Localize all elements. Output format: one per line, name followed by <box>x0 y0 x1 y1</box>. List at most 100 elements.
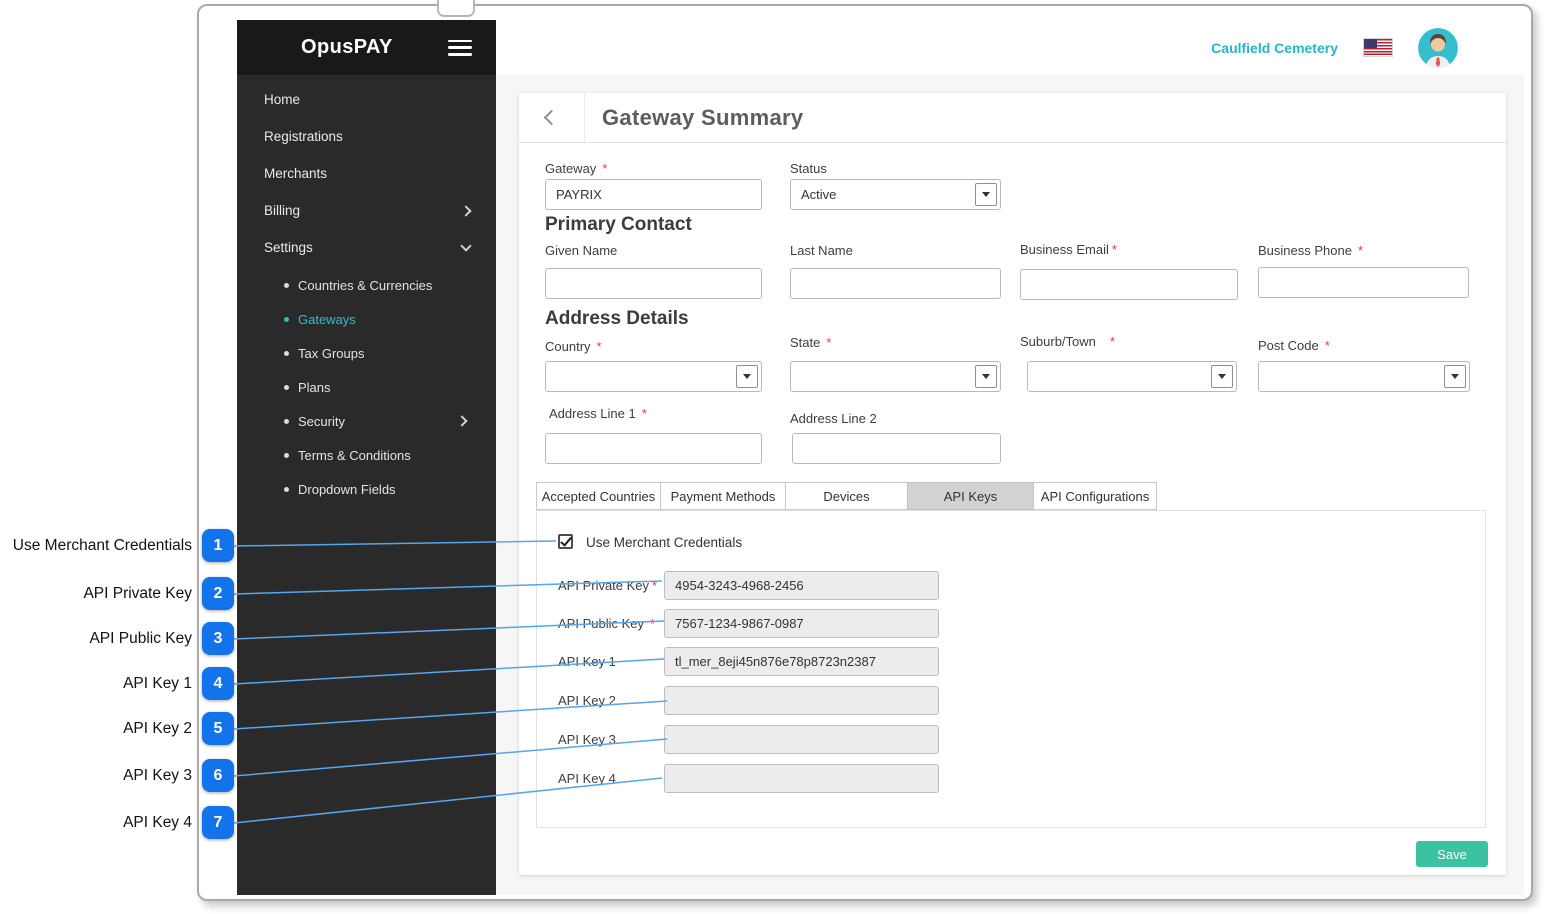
card-header: Gateway Summary <box>519 93 1506 143</box>
given-name-label: Given Name <box>545 243 617 258</box>
tab-devices[interactable]: Devices <box>785 482 908 510</box>
dropdown-caret-icon <box>736 365 758 388</box>
sidebar-item-dropdown-fields[interactable]: Dropdown Fields <box>237 472 496 506</box>
business-phone-input[interactable] <box>1258 267 1469 298</box>
sidebar-item-merchants[interactable]: Merchants <box>237 155 496 192</box>
required-asterisk: * <box>1358 243 1363 258</box>
sidebar-item-security[interactable]: Security <box>237 404 496 438</box>
address-line1-input[interactable] <box>545 433 762 464</box>
tab-payment-methods[interactable]: Payment Methods <box>660 482 786 510</box>
sidebar-item-label: Gateways <box>298 312 356 327</box>
sidebar-item-plans[interactable]: Plans <box>237 370 496 404</box>
status-select-value: Active <box>801 187 836 202</box>
address-line2-label: Address Line 2 <box>790 411 877 426</box>
use-merchant-credentials-label: Use Merchant Credentials <box>586 535 742 550</box>
required-asterisk: * <box>1325 338 1330 353</box>
api-key-1-input[interactable] <box>664 647 939 676</box>
sidebar-item-label: Merchants <box>264 166 327 181</box>
status-select[interactable]: Active <box>790 179 1001 210</box>
window-tab-artifact <box>437 0 475 17</box>
sidebar-item-billing[interactable]: Billing <box>237 192 496 229</box>
annotation-badge-4: 4 <box>202 667 234 700</box>
sidebar-item-label: Registrations <box>264 129 343 144</box>
use-merchant-credentials-checkbox[interactable] <box>558 534 573 549</box>
chevron-left-icon <box>544 110 560 126</box>
sidebar-item-registrations[interactable]: Registrations <box>237 118 496 155</box>
sidebar-item-label: Settings <box>264 240 313 255</box>
state-label: State* <box>790 335 831 350</box>
bullet-icon <box>284 453 289 458</box>
address-details-heading: Address Details <box>545 308 689 330</box>
gateway-label: Gateway* <box>545 161 607 176</box>
bullet-icon <box>284 385 289 390</box>
sidebar-item-label: Countries & Currencies <box>298 278 432 293</box>
page-root: { "ui": { "required_marker": "*" }, "top… <box>0 0 1550 914</box>
gateway-input[interactable] <box>545 179 762 210</box>
api-public-key-input[interactable] <box>664 609 939 638</box>
api-public-key-label: API Public Key* <box>558 616 655 631</box>
api-key-2-input[interactable] <box>664 686 939 715</box>
api-key-3-input[interactable] <box>664 725 939 754</box>
sidebar-item-home[interactable]: Home <box>237 81 496 118</box>
suburb-town-label: Suburb/Town* <box>1020 334 1115 349</box>
api-private-key-input[interactable] <box>664 571 939 600</box>
annotation-label-5: API Key 2 <box>10 719 192 739</box>
business-email-input[interactable] <box>1020 269 1238 300</box>
tab-api-keys[interactable]: API Keys <box>907 482 1034 510</box>
annotation-label-7: API Key 4 <box>10 813 192 833</box>
sidebar-header: OpusPAY <box>237 20 496 75</box>
us-flag-icon[interactable] <box>1363 38 1393 57</box>
menu-icon[interactable] <box>448 40 472 56</box>
api-key-4-label: API Key 4 <box>558 771 616 786</box>
tab-accepted-countries[interactable]: Accepted Countries <box>536 482 661 510</box>
annotation-badge-1: 1 <box>202 529 234 562</box>
bullet-icon <box>284 419 289 424</box>
bullet-icon <box>284 487 289 492</box>
given-name-input[interactable] <box>545 268 762 299</box>
status-label: Status <box>790 161 827 176</box>
annotation-badge-6: 6 <box>202 759 234 792</box>
dropdown-caret-icon <box>1444 365 1466 388</box>
annotation-label-6: API Key 3 <box>10 766 192 786</box>
chevron-right-icon <box>460 205 471 216</box>
sidebar-item-label: Tax Groups <box>298 346 364 361</box>
last-name-input[interactable] <box>790 268 1001 299</box>
suburb-town-select[interactable] <box>1027 361 1237 392</box>
last-name-label: Last Name <box>790 243 853 258</box>
annotation-label-2: API Private Key <box>10 584 192 604</box>
country-label: Country* <box>545 339 602 354</box>
dropdown-caret-icon <box>1211 365 1233 388</box>
avatar-illustration <box>1418 28 1458 68</box>
required-asterisk: * <box>1110 334 1115 349</box>
sidebar-item-label: Terms & Conditions <box>298 448 411 463</box>
country-select[interactable] <box>545 361 762 392</box>
flag-canton <box>1364 39 1377 48</box>
chevron-down-icon <box>460 240 471 251</box>
sidebar-item-terms-conditions[interactable]: Terms & Conditions <box>237 438 496 472</box>
topbar: Caulfield Cemetery <box>496 20 1524 75</box>
post-code-select[interactable] <box>1258 361 1470 392</box>
address-line2-input[interactable] <box>792 433 1001 464</box>
annotation-label-1: Use Merchant Credentials <box>10 536 192 556</box>
sidebar-item-settings[interactable]: Settings <box>237 229 496 266</box>
save-button[interactable]: Save <box>1416 841 1488 867</box>
user-avatar[interactable] <box>1418 28 1458 68</box>
tab-api-configurations[interactable]: API Configurations <box>1033 482 1157 510</box>
sidebar: OpusPAY Home Registrations Merchants Bil… <box>237 20 496 895</box>
required-asterisk: * <box>652 578 657 593</box>
main-content: Gateway Summary Gateway* Status Active P… <box>496 75 1524 895</box>
sidebar-item-label: Plans <box>298 380 331 395</box>
state-select[interactable] <box>790 361 1001 392</box>
required-asterisk: * <box>1112 242 1117 257</box>
sidebar-item-gateways[interactable]: Gateways <box>237 302 496 336</box>
annotation-badge-7: 7 <box>202 806 234 839</box>
sidebar-item-label: Billing <box>264 203 300 218</box>
sidebar-item-countries-currencies[interactable]: Countries & Currencies <box>237 268 496 302</box>
required-asterisk: * <box>642 406 647 421</box>
account-link[interactable]: Caulfield Cemetery <box>1211 40 1338 56</box>
back-button[interactable] <box>519 93 585 142</box>
business-phone-label: Business Phone* <box>1258 243 1363 258</box>
api-key-4-input[interactable] <box>664 764 939 793</box>
page-title: Gateway Summary <box>602 105 803 131</box>
sidebar-item-tax-groups[interactable]: Tax Groups <box>237 336 496 370</box>
